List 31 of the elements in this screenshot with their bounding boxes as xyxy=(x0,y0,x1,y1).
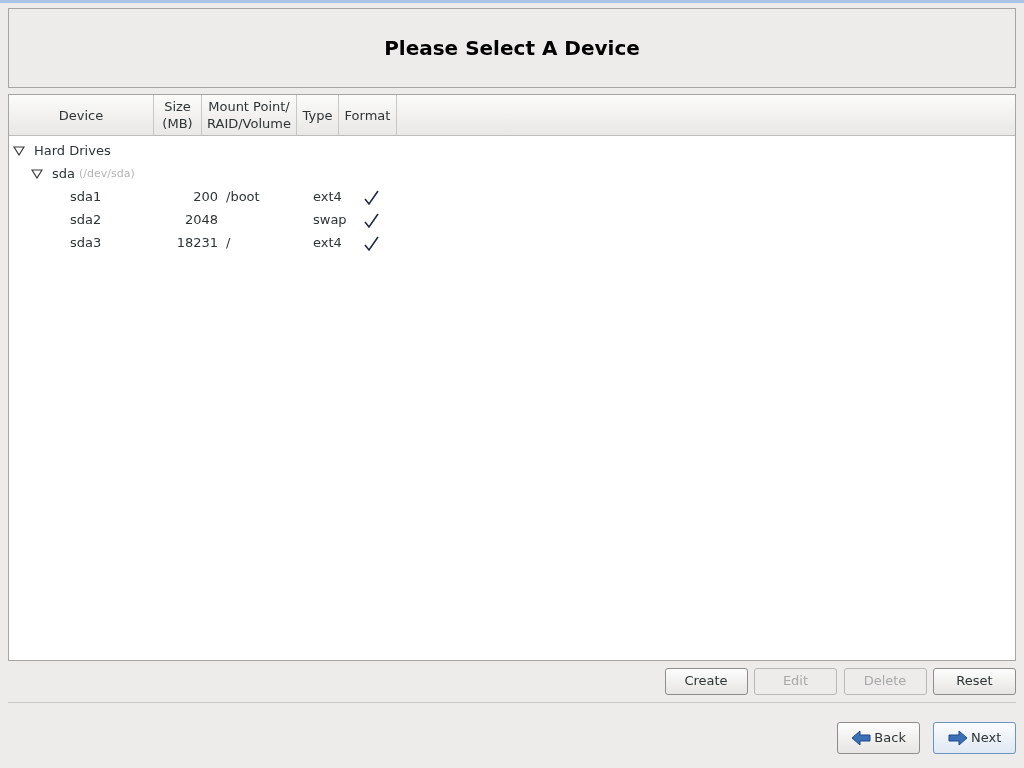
tree-item-label: Hard Drives xyxy=(34,142,111,160)
create-button[interactable]: Create xyxy=(664,667,748,695)
expander-down-icon[interactable] xyxy=(13,145,25,156)
page-title: Please Select A Device xyxy=(384,36,640,60)
column-header[interactable]: Format xyxy=(339,95,397,135)
checkmark-icon[interactable] xyxy=(363,189,379,206)
column-header[interactable]: Device xyxy=(9,95,154,135)
column-header[interactable]: Type xyxy=(297,95,339,135)
device-name: sda1 xyxy=(70,189,102,204)
size-cell: 200 xyxy=(193,189,218,204)
type-cell: ext4 xyxy=(313,235,342,250)
back-button[interactable]: Back xyxy=(837,722,920,754)
checkmark-icon[interactable] xyxy=(363,235,379,252)
column-header[interactable]: Mount Point/ RAID/Volume xyxy=(202,95,297,135)
next-button[interactable]: Next xyxy=(933,722,1016,754)
checkmark-icon[interactable] xyxy=(363,212,379,229)
left-arrow-icon xyxy=(851,730,872,746)
device-name: sda2 xyxy=(70,212,102,227)
device-name: sda3 xyxy=(70,235,102,250)
mount-point-cell: / xyxy=(226,235,231,250)
device-path: (/dev/sda) xyxy=(79,165,135,182)
right-arrow-icon xyxy=(947,730,968,746)
tree-item-label: sda xyxy=(52,165,75,183)
expander-down-icon[interactable] xyxy=(31,168,43,179)
column-header[interactable]: Size (MB) xyxy=(154,95,202,135)
size-cell: 18231 xyxy=(176,235,218,250)
type-cell: swap xyxy=(313,212,347,227)
size-cell: 2048 xyxy=(184,212,218,227)
mount-point-cell: /boot xyxy=(226,189,260,204)
type-cell: ext4 xyxy=(313,189,342,204)
reset-button[interactable]: Reset xyxy=(933,667,1016,695)
